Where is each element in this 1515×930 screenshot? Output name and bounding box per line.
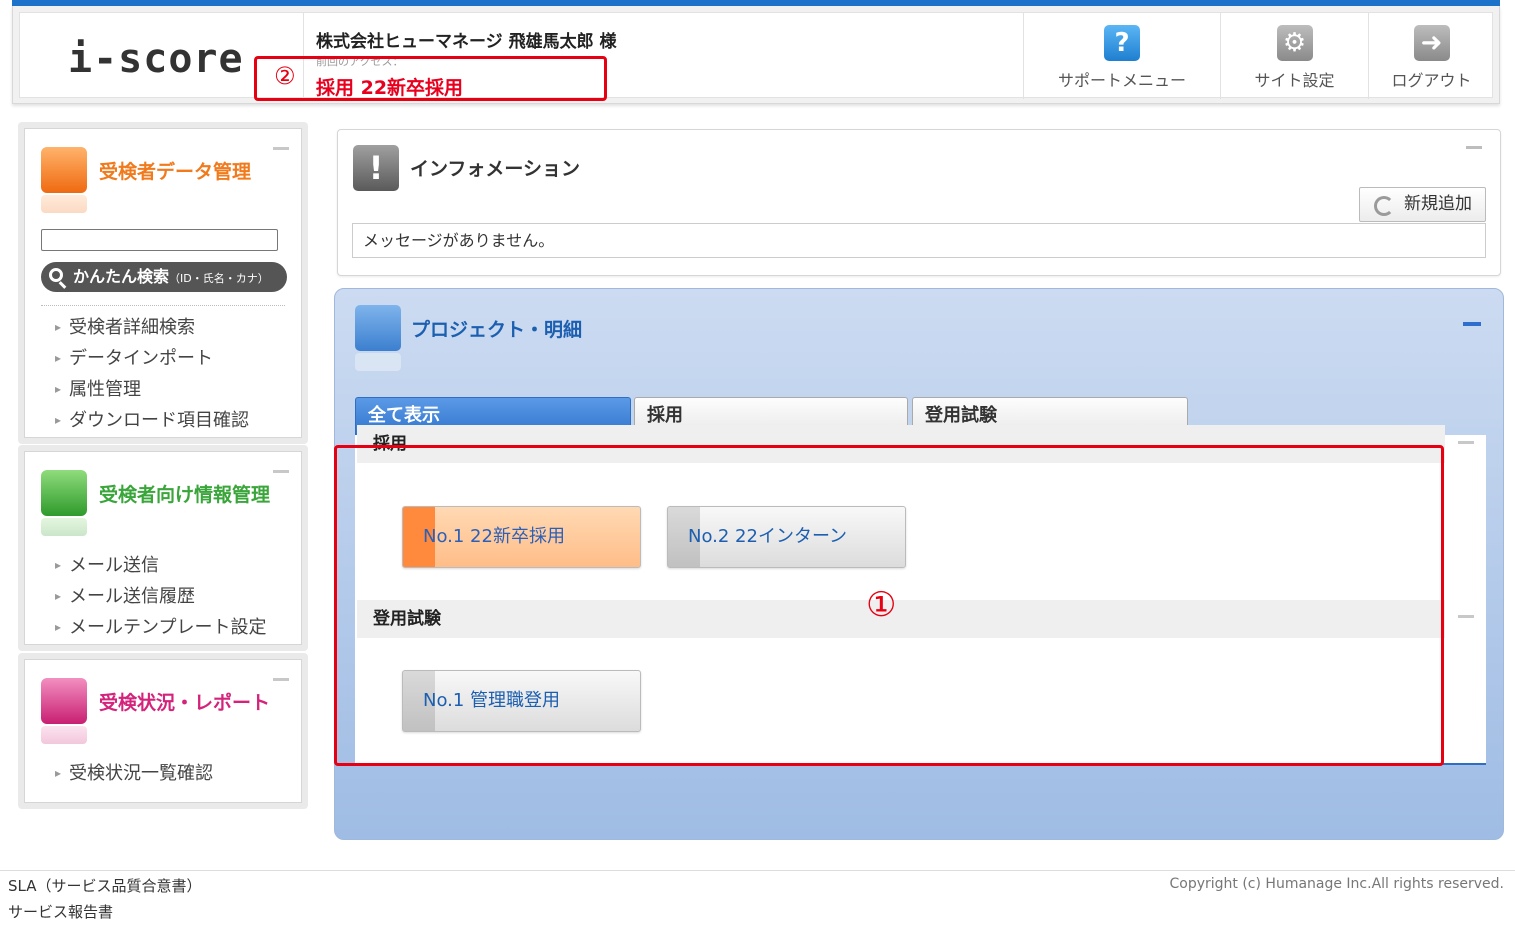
sidebar-links-report: 受検状況一覧確認 xyxy=(55,758,213,789)
sidebar-link-download-items[interactable]: ダウンロード項目確認 xyxy=(55,405,249,436)
sidebar-link-mail-history[interactable]: メール送信履歴 xyxy=(55,581,267,612)
footer: SLA（サービス品質合意書） サービス報告書 Copyright (c) Hum… xyxy=(0,870,1515,921)
site-settings-button[interactable]: ⚙ サイト設定 xyxy=(1220,13,1368,99)
sidebar-links-info-management: メール送信 メール送信履歴 メールテンプレート設定 xyxy=(55,550,267,643)
sidebar-link-detail-search[interactable]: 受検者詳細検索 xyxy=(55,312,249,343)
add-new-button[interactable]: 新規追加 xyxy=(1359,187,1486,222)
sidebar-links-user-data: 受検者詳細検索 データインポート 属性管理 ダウンロード項目確認 xyxy=(55,312,249,436)
footer-link-service-report[interactable]: サービス報告書 xyxy=(8,901,113,922)
paper-plane-icon xyxy=(41,470,87,536)
sidebar-panel-user-data: 受検者データ管理 かんたん検索（ID・氏名・カナ） 受検者詳細検索 データインポ… xyxy=(18,122,308,444)
information-title: インフォメーション xyxy=(410,158,581,180)
sidebar-link-mail-template[interactable]: メールテンプレート設定 xyxy=(55,612,266,643)
company-user-name: 株式会社ヒューマネージ 飛雄馬太郎 様 xyxy=(316,32,617,52)
sidebar-card: 受検者データ管理 かんたん検索（ID・氏名・カナ） 受検者詳細検索 データインポ… xyxy=(24,128,302,438)
logout-button[interactable]: ➜ ログアウト xyxy=(1368,13,1494,99)
support-menu-label: サポートメニュー xyxy=(1057,71,1186,90)
minimize-icon[interactable] xyxy=(273,470,289,473)
sidebar-link-attribute-management[interactable]: 属性管理 xyxy=(55,374,249,405)
header: i-score 株式会社ヒューマネージ 飛雄馬太郎 様 前回のアクセス： 採用 … xyxy=(12,6,1500,104)
annotation-marker-1: ① xyxy=(866,585,897,625)
sidebar-link-status-list[interactable]: 受検状況一覧確認 xyxy=(55,758,213,789)
annotation-box-2 xyxy=(254,56,607,101)
logout-icon: ➜ xyxy=(1413,25,1450,61)
sidebar-title-report: 受検状況・レポート xyxy=(99,692,271,714)
minimize-icon[interactable] xyxy=(1458,441,1474,444)
site-settings-label: サイト設定 xyxy=(1254,71,1335,90)
quick-search-note: （ID・氏名・カナ） xyxy=(169,272,269,285)
logout-label: ログアウト xyxy=(1391,71,1472,90)
minimize-icon[interactable] xyxy=(273,678,289,681)
sidebar-link-data-import[interactable]: データインポート xyxy=(55,343,249,374)
information-panel: ! インフォメーション 新規追加 メッセージがありません。 xyxy=(337,129,1501,276)
header-inner: i-score 株式会社ヒューマネージ 飛雄馬太郎 様 前回のアクセス： 採用 … xyxy=(19,12,1494,99)
sidebar-card: 受検者向け情報管理 メール送信 メール送信履歴 メールテンプレート設定 xyxy=(24,451,302,645)
divider xyxy=(41,305,285,306)
gear-icon: ⚙ xyxy=(1276,25,1313,61)
user-data-icon xyxy=(41,147,87,213)
exclamation-icon: ! xyxy=(353,145,399,191)
minimize-icon[interactable] xyxy=(1458,615,1474,618)
sidebar-title-info-management: 受検者向け情報管理 xyxy=(99,484,271,506)
refresh-icon xyxy=(1374,196,1394,216)
quick-search-input[interactable] xyxy=(41,229,278,251)
support-menu-button[interactable]: ? サポートメニュー xyxy=(1023,13,1220,99)
copyright: Copyright (c) Humanage Inc.All rights re… xyxy=(1169,876,1504,892)
search-icon xyxy=(49,268,63,282)
sidebar-panel-info-management: 受検者向け情報管理 メール送信 メール送信履歴 メールテンプレート設定 xyxy=(18,445,308,651)
folder-icon xyxy=(355,305,401,371)
project-title: プロジェクト・明細 xyxy=(411,319,583,341)
annotation-marker-2: ② xyxy=(274,62,296,90)
help-icon: ? xyxy=(1104,25,1140,61)
footer-link-sla[interactable]: SLA（サービス品質合意書） xyxy=(8,875,202,896)
sidebar-title-user-data: 受検者データ管理 xyxy=(99,161,252,183)
minimize-icon[interactable] xyxy=(273,147,289,150)
quick-search-label: かんたん検索 xyxy=(73,267,170,286)
sidebar-card: 受検状況・レポート 受検状況一覧確認 xyxy=(24,659,302,803)
sidebar-link-send-mail[interactable]: メール送信 xyxy=(55,550,267,581)
message-box: メッセージがありません。 xyxy=(352,223,1486,258)
minimize-icon[interactable] xyxy=(1466,146,1482,149)
sidebar-panel-report: 受検状況・レポート 受検状況一覧確認 xyxy=(18,653,308,809)
report-chart-icon xyxy=(41,678,87,744)
minimize-icon[interactable] xyxy=(1463,322,1481,326)
quick-search-button[interactable]: かんたん検索（ID・氏名・カナ） xyxy=(41,262,287,292)
add-new-label: 新規追加 xyxy=(1404,194,1472,214)
logo[interactable]: i-score xyxy=(68,37,244,81)
